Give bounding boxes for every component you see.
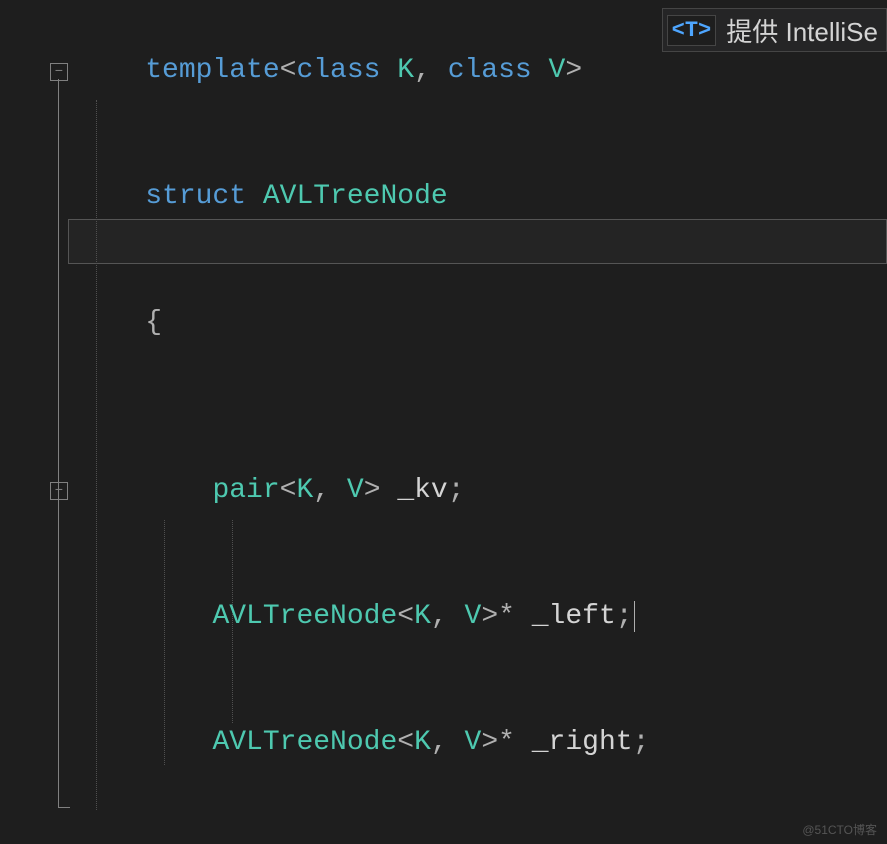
member: _kv: [397, 475, 447, 506]
code-line[interactable]: AVLTreeNode<K, V>* _right;: [58, 680, 887, 806]
gutter: − −: [0, 0, 58, 844]
intellisense-tooltip[interactable]: <T> 提供 IntelliSe: [662, 8, 887, 52]
code-line[interactable]: AVLTreeNode<K, V>* _left;: [58, 554, 887, 680]
type: AVLTreeNode: [212, 601, 397, 632]
type: pair: [212, 475, 279, 506]
tooltip-text: 提供 IntelliSe: [726, 12, 878, 49]
punct: >: [565, 55, 582, 86]
type: V: [549, 55, 566, 86]
brace: {: [145, 307, 162, 338]
keyword: class: [448, 55, 532, 86]
template-t-icon: <T>: [667, 15, 717, 46]
punct: ,: [414, 55, 448, 86]
code-line[interactable]: pair<K, V> _kv;: [58, 428, 887, 554]
code-line[interactable]: struct AVLTreeNode: [58, 134, 887, 260]
code-line[interactable]: [58, 386, 887, 428]
code-editor[interactable]: − − template<class K, class V> struct AV…: [0, 0, 887, 844]
watermark: @51CTO博客: [802, 821, 877, 838]
keyword: class: [296, 55, 380, 86]
member: _left: [532, 601, 616, 632]
text-caret: [634, 601, 635, 632]
type: K: [397, 55, 414, 86]
code-line[interactable]: {: [58, 260, 887, 386]
code-line[interactable]: AVLTreeNode<K, V>* _parent;: [58, 806, 887, 844]
punct: <: [280, 55, 297, 86]
keyword: struct: [145, 181, 246, 212]
type: AVLTreeNode: [263, 181, 448, 212]
keyword: template: [145, 55, 279, 86]
